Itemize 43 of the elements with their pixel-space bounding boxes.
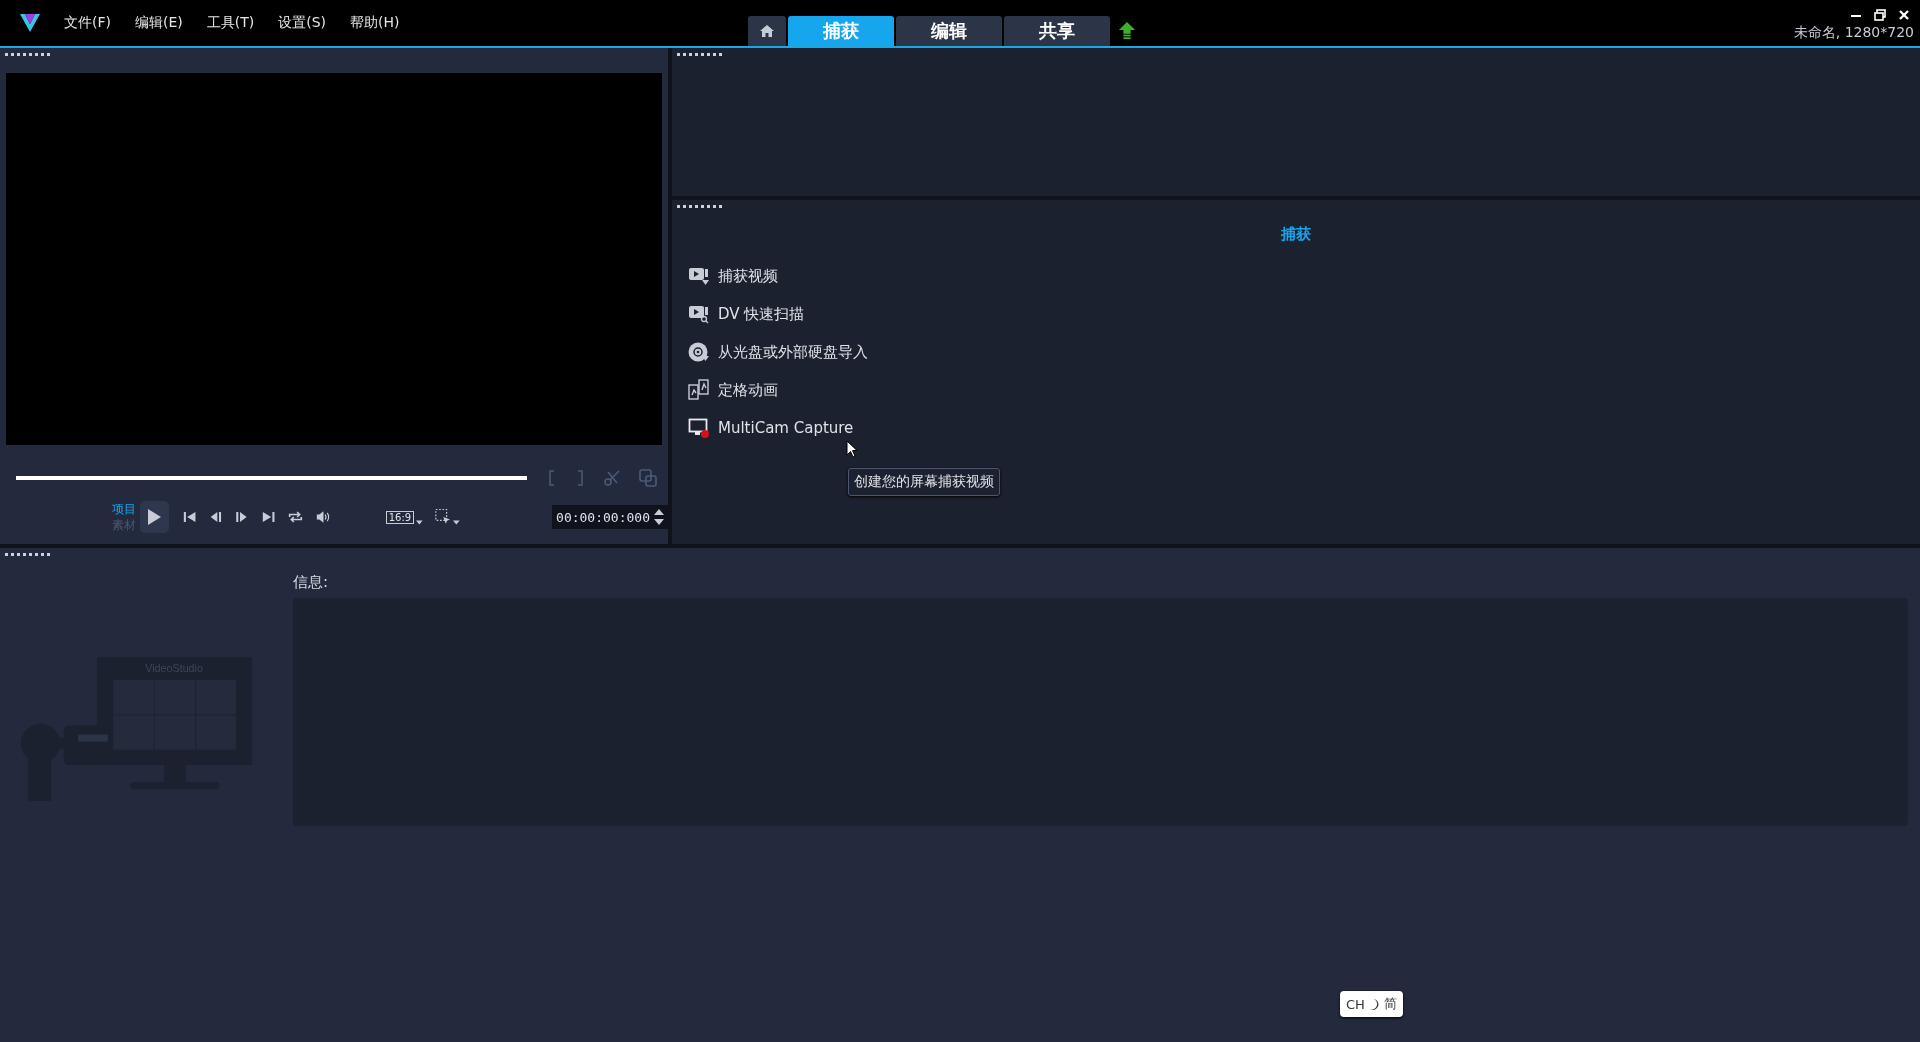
panel-title: 捕获: [1280, 225, 1312, 244]
disc-icon[interactable]: [688, 341, 710, 363]
repeat-icon[interactable]: [287, 509, 303, 525]
monitor-record-icon[interactable]: [688, 417, 710, 439]
mode-toggle[interactable]: 项目: [112, 501, 136, 517]
skip-start-icon[interactable]: [182, 509, 196, 525]
home-icon[interactable]: [759, 23, 775, 39]
step-forward-icon[interactable]: [235, 509, 249, 525]
upload-arrow-icon[interactable]: [1118, 21, 1136, 41]
info-label: 信息:: [293, 573, 330, 592]
capture-option[interactable]: 从光盘或外部硬盘导入: [718, 342, 868, 362]
mode-tab[interactable]: 编辑: [896, 16, 1002, 46]
camera-search-icon[interactable]: [688, 304, 710, 324]
mouse-cursor-icon: [846, 440, 858, 458]
capture-option[interactable]: DV 快速扫描: [718, 304, 805, 324]
home-tab[interactable]: [748, 16, 786, 46]
film-frames-icon[interactable]: [688, 379, 710, 401]
timecode-field[interactable]: 00:00:00:000: [552, 505, 668, 529]
menu-item[interactable]: 文件(F): [64, 14, 111, 32]
step-back-icon[interactable]: [208, 509, 223, 525]
menu-item[interactable]: 设置(S): [278, 14, 327, 32]
caret-icon[interactable]: [416, 519, 423, 525]
capture-option[interactable]: MultiCam Capture: [718, 419, 854, 437]
restore-icon[interactable]: [1874, 8, 1886, 21]
project-info: 未命名, 1280*720: [1793, 23, 1914, 42]
menu-item[interactable]: 工具(T): [206, 14, 255, 32]
close-icon[interactable]: [1898, 8, 1910, 21]
moon-icon: [1368, 997, 1380, 1011]
menu-item[interactable]: 编辑(E): [135, 14, 183, 32]
play-icon[interactable]: [147, 509, 162, 525]
capture-option[interactable]: 定格动画: [718, 380, 778, 400]
spinner-arrows-icon[interactable]: [654, 508, 664, 526]
mode-tab[interactable]: 共享: [1004, 16, 1110, 46]
caret-icon[interactable]: [453, 519, 461, 525]
input-method-indicator[interactable]: CH 简: [1340, 991, 1403, 1017]
capture-option[interactable]: 捕获视频: [718, 266, 778, 286]
camera-download-icon[interactable]: [688, 266, 710, 286]
skip-end-icon[interactable]: [261, 509, 275, 525]
tooltip: 创建您的屏幕捕获视频: [848, 468, 1000, 496]
menu-item[interactable]: 帮助(H): [350, 14, 400, 32]
volume-icon[interactable]: [315, 509, 331, 525]
play-button[interactable]: [140, 501, 169, 533]
aspect-ratio-button[interactable]: 16:9: [385, 510, 415, 524]
